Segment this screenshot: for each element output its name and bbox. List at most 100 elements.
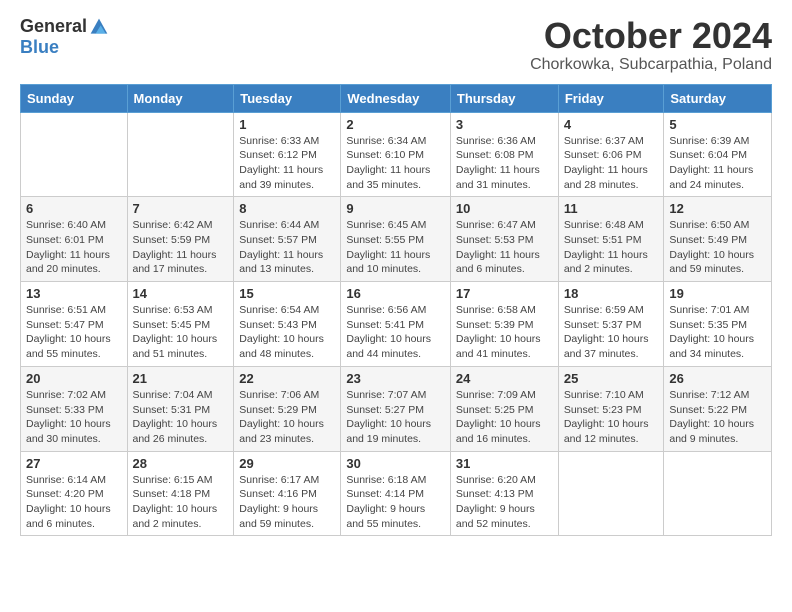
calendar-cell: 11 Sunrise: 6:48 AM Sunset: 5:51 PM Dayli… bbox=[558, 197, 664, 282]
calendar-cell: 14Sunrise: 6:53 AM Sunset: 5:45 PM Dayli… bbox=[127, 282, 234, 367]
col-tuesday: Tuesday bbox=[234, 84, 341, 112]
logo-blue: Blue bbox=[20, 37, 59, 58]
main-title: October 2024 bbox=[530, 16, 772, 56]
calendar-cell: 2Sunrise: 6:34 AM Sunset: 6:10 PM Daylig… bbox=[341, 112, 451, 197]
day-info: Sunrise: 6:20 AM Sunset: 4:13 PM Dayligh… bbox=[456, 473, 553, 532]
day-number: 24 bbox=[456, 371, 553, 386]
day-info: Sunrise: 6:33 AM Sunset: 6:12 PM Dayligh… bbox=[239, 134, 335, 193]
day-number: 29 bbox=[239, 456, 335, 471]
day-number: 7 bbox=[133, 201, 229, 216]
day-info: Sunrise: 6:17 AM Sunset: 4:16 PM Dayligh… bbox=[239, 473, 335, 532]
day-number: 16 bbox=[346, 286, 445, 301]
calendar-cell: 5Sunrise: 6:39 AM Sunset: 6:04 PM Daylig… bbox=[664, 112, 772, 197]
day-info: Sunrise: 6:40 AM Sunset: 6:01 PM Dayligh… bbox=[26, 218, 122, 277]
day-info: Sunrise: 7:04 AM Sunset: 5:31 PM Dayligh… bbox=[133, 388, 229, 447]
day-info: Sunrise: 6:53 AM Sunset: 5:45 PM Dayligh… bbox=[133, 303, 229, 362]
day-number: 2 bbox=[346, 117, 445, 132]
day-number: 23 bbox=[346, 371, 445, 386]
day-number: 10 bbox=[456, 201, 553, 216]
day-number: 22 bbox=[239, 371, 335, 386]
day-number: 13 bbox=[26, 286, 122, 301]
day-info: Sunrise: 7:02 AM Sunset: 5:33 PM Dayligh… bbox=[26, 388, 122, 447]
calendar: Sunday Monday Tuesday Wednesday Thursday… bbox=[20, 84, 772, 537]
calendar-cell: 12 Sunrise: 6:50 AM Sunset: 5:49 PM Dayli… bbox=[664, 197, 772, 282]
day-number: 18 bbox=[564, 286, 659, 301]
calendar-cell: 30Sunrise: 6:18 AM Sunset: 4:14 PM Dayli… bbox=[341, 451, 451, 536]
calendar-cell bbox=[21, 112, 128, 197]
day-info: Sunrise: 6:54 AM Sunset: 5:43 PM Dayligh… bbox=[239, 303, 335, 362]
day-info: Sunrise: 7:10 AM Sunset: 5:23 PM Dayligh… bbox=[564, 388, 659, 447]
logo: General Blue bbox=[20, 16, 109, 58]
calendar-cell: 10 Sunrise: 6:47 AM Sunset: 5:53 PM Dayli… bbox=[450, 197, 558, 282]
calendar-cell bbox=[127, 112, 234, 197]
day-number: 26 bbox=[669, 371, 766, 386]
day-info: Sunrise: 6:50 AM Sunset: 5:49 PM Dayligh… bbox=[669, 218, 766, 277]
calendar-cell: 25 Sunrise: 7:10 AM Sunset: 5:23 PM Dayli… bbox=[558, 366, 664, 451]
col-wednesday: Wednesday bbox=[341, 84, 451, 112]
day-info: Sunrise: 6:18 AM Sunset: 4:14 PM Dayligh… bbox=[346, 473, 445, 532]
calendar-week-4: 20 Sunrise: 7:02 AM Sunset: 5:33 PM Dayli… bbox=[21, 366, 772, 451]
day-number: 9 bbox=[346, 201, 445, 216]
calendar-cell: 26 Sunrise: 7:12 AM Sunset: 5:22 PM Dayli… bbox=[664, 366, 772, 451]
day-number: 5 bbox=[669, 117, 766, 132]
calendar-cell: 31 Sunrise: 6:20 AM Sunset: 4:13 PM Dayli… bbox=[450, 451, 558, 536]
day-info: Sunrise: 6:45 AM Sunset: 5:55 PM Dayligh… bbox=[346, 218, 445, 277]
col-saturday: Saturday bbox=[664, 84, 772, 112]
day-info: Sunrise: 7:06 AM Sunset: 5:29 PM Dayligh… bbox=[239, 388, 335, 447]
day-info: Sunrise: 6:42 AM Sunset: 5:59 PM Dayligh… bbox=[133, 218, 229, 277]
calendar-cell: 8Sunrise: 6:44 AM Sunset: 5:57 PM Daylig… bbox=[234, 197, 341, 282]
calendar-header-row: Sunday Monday Tuesday Wednesday Thursday… bbox=[21, 84, 772, 112]
col-monday: Monday bbox=[127, 84, 234, 112]
col-thursday: Thursday bbox=[450, 84, 558, 112]
day-number: 17 bbox=[456, 286, 553, 301]
logo-general: General bbox=[20, 16, 87, 37]
day-number: 28 bbox=[133, 456, 229, 471]
day-info: Sunrise: 7:12 AM Sunset: 5:22 PM Dayligh… bbox=[669, 388, 766, 447]
day-number: 3 bbox=[456, 117, 553, 132]
col-sunday: Sunday bbox=[21, 84, 128, 112]
calendar-cell: 9 Sunrise: 6:45 AM Sunset: 5:55 PM Daylig… bbox=[341, 197, 451, 282]
day-number: 4 bbox=[564, 117, 659, 132]
day-info: Sunrise: 7:07 AM Sunset: 5:27 PM Dayligh… bbox=[346, 388, 445, 447]
day-info: Sunrise: 6:59 AM Sunset: 5:37 PM Dayligh… bbox=[564, 303, 659, 362]
day-number: 12 bbox=[669, 201, 766, 216]
calendar-cell: 24 Sunrise: 7:09 AM Sunset: 5:25 PM Dayli… bbox=[450, 366, 558, 451]
calendar-week-1: 1Sunrise: 6:33 AM Sunset: 6:12 PM Daylig… bbox=[21, 112, 772, 197]
calendar-cell: 27Sunrise: 6:14 AM Sunset: 4:20 PM Dayli… bbox=[21, 451, 128, 536]
logo-text: General bbox=[20, 16, 109, 37]
day-number: 20 bbox=[26, 371, 122, 386]
day-number: 25 bbox=[564, 371, 659, 386]
day-number: 15 bbox=[239, 286, 335, 301]
day-number: 19 bbox=[669, 286, 766, 301]
calendar-cell: 21 Sunrise: 7:04 AM Sunset: 5:31 PM Dayli… bbox=[127, 366, 234, 451]
day-number: 31 bbox=[456, 456, 553, 471]
day-info: Sunrise: 6:56 AM Sunset: 5:41 PM Dayligh… bbox=[346, 303, 445, 362]
day-number: 11 bbox=[564, 201, 659, 216]
calendar-cell: 29 Sunrise: 6:17 AM Sunset: 4:16 PM Dayli… bbox=[234, 451, 341, 536]
day-info: Sunrise: 6:58 AM Sunset: 5:39 PM Dayligh… bbox=[456, 303, 553, 362]
calendar-cell: 19Sunrise: 7:01 AM Sunset: 5:35 PM Dayli… bbox=[664, 282, 772, 367]
day-info: Sunrise: 7:09 AM Sunset: 5:25 PM Dayligh… bbox=[456, 388, 553, 447]
calendar-cell: 4 Sunrise: 6:37 AM Sunset: 6:06 PM Daylig… bbox=[558, 112, 664, 197]
day-info: Sunrise: 6:51 AM Sunset: 5:47 PM Dayligh… bbox=[26, 303, 122, 362]
calendar-cell bbox=[558, 451, 664, 536]
calendar-cell: 18 Sunrise: 6:59 AM Sunset: 5:37 PM Dayli… bbox=[558, 282, 664, 367]
calendar-week-2: 6Sunrise: 6:40 AM Sunset: 6:01 PM Daylig… bbox=[21, 197, 772, 282]
col-friday: Friday bbox=[558, 84, 664, 112]
calendar-cell: 20 Sunrise: 7:02 AM Sunset: 5:33 PM Dayli… bbox=[21, 366, 128, 451]
day-info: Sunrise: 6:37 AM Sunset: 6:06 PM Dayligh… bbox=[564, 134, 659, 193]
calendar-cell: 6Sunrise: 6:40 AM Sunset: 6:01 PM Daylig… bbox=[21, 197, 128, 282]
day-info: Sunrise: 6:14 AM Sunset: 4:20 PM Dayligh… bbox=[26, 473, 122, 532]
calendar-cell: 13 Sunrise: 6:51 AM Sunset: 5:47 PM Dayli… bbox=[21, 282, 128, 367]
day-number: 8 bbox=[239, 201, 335, 216]
title-block: October 2024 Chorkowka, Subcarpathia, Po… bbox=[530, 16, 772, 74]
logo-icon bbox=[89, 17, 109, 37]
calendar-cell bbox=[664, 451, 772, 536]
calendar-cell: 22 Sunrise: 7:06 AM Sunset: 5:29 PM Dayli… bbox=[234, 366, 341, 451]
calendar-cell: 17 Sunrise: 6:58 AM Sunset: 5:39 PM Dayli… bbox=[450, 282, 558, 367]
day-number: 21 bbox=[133, 371, 229, 386]
calendar-cell: 1Sunrise: 6:33 AM Sunset: 6:12 PM Daylig… bbox=[234, 112, 341, 197]
day-info: Sunrise: 6:36 AM Sunset: 6:08 PM Dayligh… bbox=[456, 134, 553, 193]
day-info: Sunrise: 6:47 AM Sunset: 5:53 PM Dayligh… bbox=[456, 218, 553, 277]
day-info: Sunrise: 6:48 AM Sunset: 5:51 PM Dayligh… bbox=[564, 218, 659, 277]
